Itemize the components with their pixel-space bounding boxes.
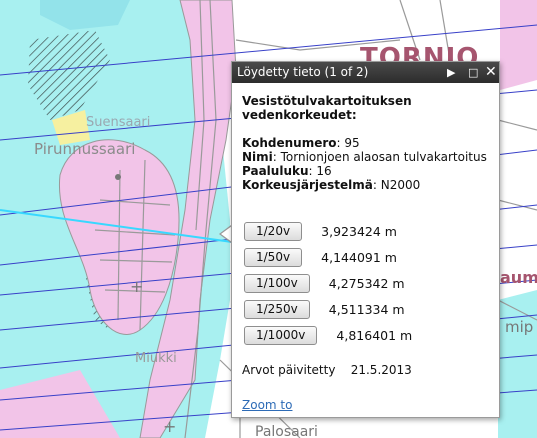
return-period-button-20[interactable]: 1/20v [244,222,303,241]
return-period-button-250[interactable]: 1/250v [244,300,310,319]
field-korkeusjarjestelma: Korkeusjärjestelmä: N2000 [242,178,421,192]
popup-title: Löydetty tieto (1 of 2) [237,65,369,79]
label-miukki: Miukki [135,351,177,366]
popup-titlebar[interactable]: Löydetty tieto (1 of 2) ▶ □ ✕ [232,62,499,83]
label-street-fragment: mip [505,318,533,336]
label-palosaari: Palosaari [255,424,318,438]
field-kohdenumero: Kohdenumero: 95 [242,136,360,150]
water-level-value: 4,511334 m [328,302,405,317]
return-period-row: 1/100v 4,275342 m [244,273,405,293]
close-icon[interactable]: ✕ [485,62,497,83]
label-haaparanta-fragment: aum [500,268,537,287]
return-period-row: 1/1000v 4,816401 m [244,325,412,345]
water-level-value: 4,275342 m [328,276,405,291]
cross-marker: + [163,417,176,436]
water-level-value: 3,923424 m [321,224,397,239]
attribute-fields: Kohdenumero: 95 Nimi: Tornionjoen alaosa… [242,136,491,192]
popup-heading: Vesistötulvakartoituksen vedenkorkeudet: [242,94,412,122]
popup-content: Vesistötulvakartoituksen vedenkorkeudet:… [242,94,491,192]
cross-marker: + [130,277,143,296]
return-period-row: 1/50v 4,144091 m [244,247,397,267]
water-level-value: 4,816401 m [336,328,413,343]
updated-label: Arvot päivitetty [242,363,336,377]
return-period-button-50[interactable]: 1/50v [244,248,303,267]
return-period-row: 1/20v 3,923424 m [244,221,397,241]
field-nimi: Nimi: Tornionjoen alaosan tulvakartoitus [242,150,487,164]
next-icon[interactable]: ▶ [447,62,455,83]
label-island: Pirunnussaari [34,140,135,158]
label-suensaari: Suensaari [86,115,150,130]
return-period-button-100[interactable]: 1/100v [244,274,310,293]
return-period-row: 1/250v 4,511334 m [244,299,405,319]
maximize-icon[interactable]: □ [468,62,478,83]
field-paaluluku: Paaluluku: 16 [242,164,332,178]
zoom-to-link[interactable]: Zoom to [242,398,292,412]
updated-date: 21.5.2013 [350,363,412,377]
urban-area-east [500,0,537,90]
east-water [498,290,537,438]
point-marker [115,174,121,180]
updated-info: Arvot päivitetty 21.5.2013 [242,363,412,377]
identify-popup: Löydetty tieto (1 of 2) ▶ □ ✕ Vesistötul… [231,61,500,418]
return-period-button-1000[interactable]: 1/1000v [244,326,318,345]
water-level-value: 4,144091 m [321,250,397,265]
